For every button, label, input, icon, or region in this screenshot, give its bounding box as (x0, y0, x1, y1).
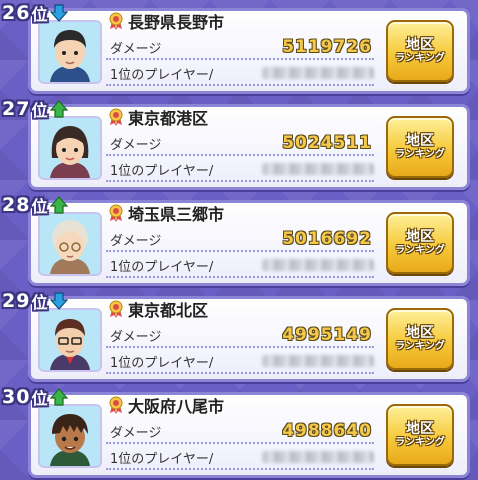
medal-icon (109, 396, 123, 414)
blurred-player-name (262, 259, 374, 271)
rank-suffix: 位 (31, 5, 49, 24)
ranking-row: 26 位 長野県長野市 ダメージ 5119726 1位のプレイヤー/ 地区 ラン… (0, 0, 478, 94)
top-player-line: 1位のプレイヤー/ (106, 350, 374, 374)
avatar (38, 404, 102, 468)
rank-suffix: 位 (31, 101, 49, 120)
region-ranking-button[interactable]: 地区 ランキング (386, 116, 454, 178)
trend-down-icon (50, 4, 69, 22)
region-ranking-button[interactable]: 地区 ランキング (386, 404, 454, 466)
damage-line: ダメージ 4988640 (106, 420, 374, 444)
top-player-label: 1位のプレイヤー/ (110, 67, 214, 83)
ranking-row: 29 位 東京都北区 ダメージ 4995149 1位のプレイヤー/ 地区 ランキ… (0, 288, 478, 382)
damage-label: ダメージ (110, 233, 162, 249)
medal-icon (109, 300, 123, 318)
top-player-label: 1位のプレイヤー/ (110, 451, 214, 467)
ranking-row: 30 位 大阪府八尾市 ダメージ 4988640 1位のプレイヤー/ 地区 ラン… (0, 384, 478, 478)
rank-suffix: 位 (31, 197, 49, 216)
blurred-player-name (262, 355, 374, 367)
ranking-row: 28 位 埼玉県三郷市 ダメージ 5016692 1位のプレイヤー/ 地区 ラン… (0, 192, 478, 286)
blurred-player-name (262, 451, 374, 463)
rank-badge: 30 位 (2, 384, 69, 410)
damage-value: 5119726 (282, 37, 372, 57)
damage-value: 4995149 (282, 325, 372, 345)
region-ranking-button-line2: ランキング (395, 245, 445, 257)
region-ranking-button-line2: ランキング (395, 437, 445, 449)
region-name: 東京都北区 (128, 301, 209, 320)
region-name: 大阪府八尾市 (128, 397, 225, 416)
region-title: 東京都港区 (108, 106, 208, 128)
damage-label: ダメージ (110, 425, 162, 441)
region-ranking-button-line1: 地区 (406, 325, 434, 342)
region-ranking-button-line1: 地区 (406, 37, 434, 54)
region-ranking-button-line1: 地区 (406, 229, 434, 246)
region-ranking-button-line2: ランキング (395, 53, 445, 65)
region-name: 長野県長野市 (128, 13, 225, 32)
grandma-glasses-icon (40, 214, 100, 274)
region-ranking-button[interactable]: 地区 ランキング (386, 212, 454, 274)
trend-up-icon (50, 388, 69, 406)
rank-number: 26 (2, 2, 31, 24)
top-player-line: 1位のプレイヤー/ (106, 254, 374, 278)
damage-line: ダメージ 4995149 (106, 324, 374, 348)
avatar (38, 116, 102, 180)
rank-number: 28 (2, 194, 31, 216)
rank-badge: 29 位 (2, 288, 69, 314)
damage-line: ダメージ 5024511 (106, 132, 374, 156)
damage-label: ダメージ (110, 137, 162, 153)
region-title: 大阪府八尾市 (108, 394, 224, 416)
trend-up-icon (50, 100, 69, 118)
region-title: 東京都北区 (108, 298, 208, 320)
region-title: 長野県長野市 (108, 10, 224, 32)
damage-line: ダメージ 5016692 (106, 228, 374, 252)
region-ranking-button[interactable]: 地区 ランキング (386, 308, 454, 370)
top-player-line: 1位のプレイヤー/ (106, 446, 374, 470)
trend-down-icon (50, 292, 69, 310)
woman-dark-hair-icon (40, 118, 100, 178)
rank-badge: 28 位 (2, 192, 69, 218)
medal-icon (109, 12, 123, 30)
top-player-label: 1位のプレイヤー/ (110, 259, 214, 275)
avatar (38, 20, 102, 84)
medal-icon (109, 204, 123, 222)
rank-number: 29 (2, 290, 31, 312)
region-name: 埼玉県三郷市 (128, 205, 225, 224)
rank-suffix: 位 (31, 389, 49, 408)
damage-label: ダメージ (110, 329, 162, 345)
top-player-line: 1位のプレイヤー/ (106, 158, 374, 182)
ranking-list: 26 位 長野県長野市 ダメージ 5119726 1位のプレイヤー/ 地区 ラン… (0, 0, 478, 480)
top-player-line: 1位のプレイヤー/ (106, 62, 374, 86)
rank-badge: 26 位 (2, 0, 69, 26)
region-ranking-button[interactable]: 地区 ランキング (386, 20, 454, 82)
man-glasses-icon (40, 310, 100, 370)
damage-value: 4988640 (282, 421, 372, 441)
boy-tan-icon (40, 406, 100, 466)
region-ranking-button-line1: 地区 (406, 421, 434, 438)
region-ranking-button-line2: ランキング (395, 149, 445, 161)
region-ranking-button-line2: ランキング (395, 341, 445, 353)
region-title: 埼玉県三郷市 (108, 202, 224, 224)
man-black-hair-icon (40, 22, 100, 82)
damage-line: ダメージ 5119726 (106, 36, 374, 60)
trend-up-icon (50, 196, 69, 214)
blurred-player-name (262, 163, 374, 175)
blurred-player-name (262, 67, 374, 79)
top-player-label: 1位のプレイヤー/ (110, 355, 214, 371)
ranking-row: 27 位 東京都港区 ダメージ 5024511 1位のプレイヤー/ 地区 ランキ… (0, 96, 478, 190)
rank-number: 27 (2, 98, 31, 120)
region-name: 東京都港区 (128, 109, 209, 128)
avatar (38, 308, 102, 372)
medal-icon (109, 108, 123, 126)
avatar (38, 212, 102, 276)
rank-number: 30 (2, 386, 31, 408)
rank-badge: 27 位 (2, 96, 69, 122)
damage-value: 5024511 (282, 133, 372, 153)
region-ranking-button-line1: 地区 (406, 133, 434, 150)
damage-label: ダメージ (110, 41, 162, 57)
top-player-label: 1位のプレイヤー/ (110, 163, 214, 179)
damage-value: 5016692 (282, 229, 372, 249)
rank-suffix: 位 (31, 293, 49, 312)
